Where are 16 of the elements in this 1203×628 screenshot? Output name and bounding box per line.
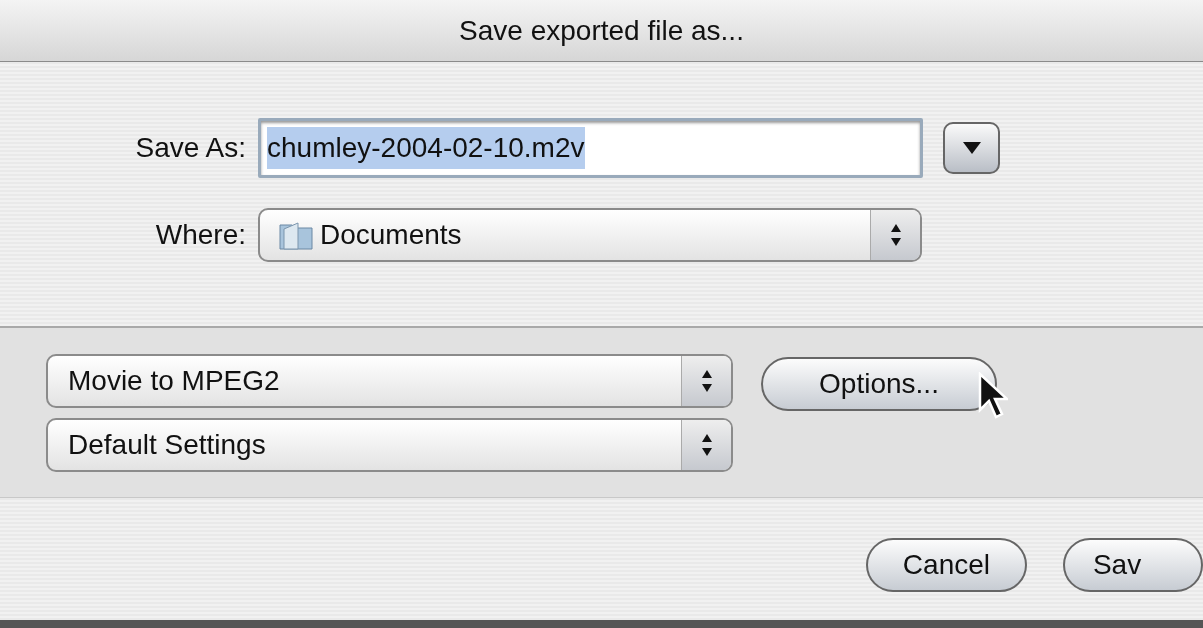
triangle-down-icon [961, 141, 982, 155]
dialog-button[interactable]: Cancel [866, 538, 1027, 592]
folder-icon [278, 219, 314, 251]
stepper-arrows-icon [681, 356, 731, 406]
window-title: Save exported file as... [459, 13, 744, 48]
stepper-arrows-icon [681, 420, 731, 470]
field-label: Where: [154, 218, 247, 252]
file-name-field[interactable]: chumley-2004-02-10.m2v [258, 118, 923, 178]
stepper-arrows-icon [870, 210, 920, 260]
export-popup[interactable]: Default Settings [46, 418, 733, 472]
location-popup[interactable]: Documents [258, 208, 922, 262]
export-popup[interactable]: Movie to MPEG2 [46, 354, 733, 408]
options-button[interactable]: Options... [761, 357, 997, 411]
expand-button[interactable] [943, 122, 1000, 174]
dialog-button[interactable]: Sav [1062, 538, 1203, 592]
field-label: Save As: [134, 131, 247, 165]
